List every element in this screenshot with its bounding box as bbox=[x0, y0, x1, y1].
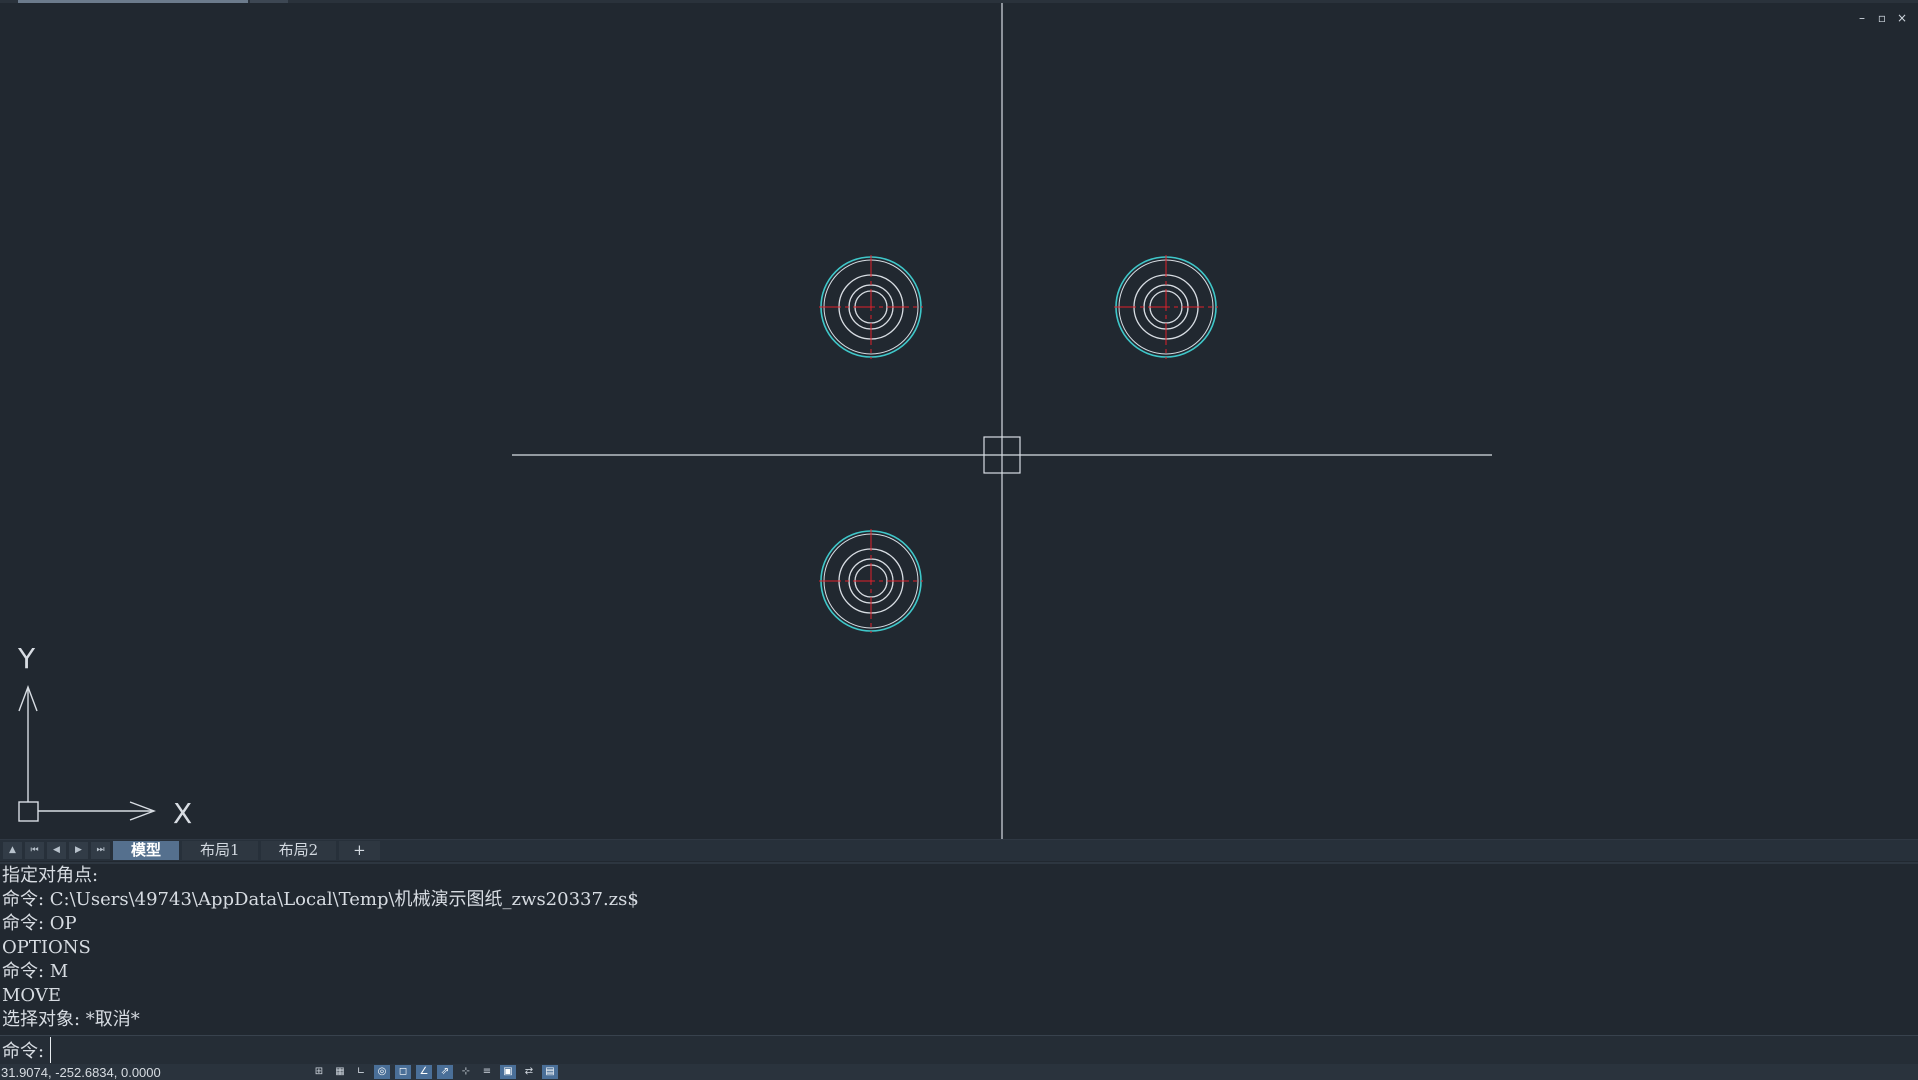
annotation-scale-icon[interactable]: ▤ bbox=[542, 1065, 558, 1079]
hole-symbol[interactable] bbox=[1114, 255, 1218, 359]
polar-tracking-icon[interactable]: ◎ bbox=[374, 1065, 390, 1079]
transparency-icon[interactable]: ▣ bbox=[500, 1065, 516, 1079]
drawing-svg[interactable]: Y X bbox=[0, 3, 1918, 839]
window-controls: – ▫ × bbox=[1854, 10, 1910, 26]
ortho-icon[interactable]: ∟ bbox=[353, 1065, 369, 1079]
layout-tab-bar: ▲ ⏮ ◀ ▶ ⏭ 模型 布局1 布局2 + bbox=[0, 839, 1918, 861]
command-history-line: 命令: C:\Users\49743\AppData\Local\Temp\机械… bbox=[2, 889, 639, 910]
command-history-line: 选择对象: *取消* bbox=[2, 1009, 140, 1030]
dynamic-input-icon[interactable]: ⊹ bbox=[458, 1065, 474, 1079]
command-input[interactable] bbox=[50, 1037, 1858, 1063]
next-icon[interactable]: ▶ bbox=[69, 842, 88, 859]
osnap-tracking-icon[interactable]: ∠ bbox=[416, 1065, 432, 1079]
tab-model[interactable]: 模型 bbox=[113, 841, 180, 860]
restore-icon[interactable]: ▫ bbox=[1874, 10, 1890, 26]
coordinate-readout[interactable]: 31.9074, -252.6834, 0.0000 bbox=[0, 1065, 311, 1080]
tab-layout2[interactable]: 布局2 bbox=[260, 841, 337, 860]
first-icon[interactable]: ⏮ bbox=[25, 842, 44, 859]
snap-mode-icon[interactable]: ▦ bbox=[332, 1065, 348, 1079]
command-history[interactable]: 指定对角点: 命令: C:\Users\49743\AppData\Local\… bbox=[0, 862, 1918, 1034]
triangle-up-icon[interactable]: ▲ bbox=[3, 842, 22, 859]
command-history-line: 指定对角点: bbox=[2, 865, 99, 886]
command-history-line: 命令: OP bbox=[2, 913, 77, 934]
ucs-origin-square bbox=[18, 801, 39, 822]
prev-icon[interactable]: ◀ bbox=[47, 842, 66, 859]
ucs-icon: Y X bbox=[17, 642, 192, 830]
grid-display-icon[interactable]: ⊞ bbox=[311, 1065, 327, 1079]
status-bar: 31.9074, -252.6834, 0.0000 ⊞ ▦ ∟ ◎ ◻ ∠ ⇗… bbox=[0, 1064, 1918, 1080]
lineweight-icon[interactable]: ≡ bbox=[479, 1065, 495, 1079]
object-snap-icon[interactable]: ◻ bbox=[395, 1065, 411, 1079]
dynamic-ucs-icon[interactable]: ⇗ bbox=[437, 1065, 453, 1079]
close-icon[interactable]: × bbox=[1894, 10, 1910, 26]
selection-cycling-icon[interactable]: ⇄ bbox=[521, 1065, 537, 1079]
hole-symbol[interactable] bbox=[819, 255, 923, 359]
last-icon[interactable]: ⏭ bbox=[91, 842, 110, 859]
hole-symbol[interactable] bbox=[819, 529, 923, 633]
tab-layout1[interactable]: 布局1 bbox=[182, 841, 258, 860]
cad-application: Y X – ▫ × ▲ ⏮ ◀ ▶ ⏭ 模型 布局1 布局2 + 指定对角点: … bbox=[0, 0, 1918, 1080]
crosshair-cursor bbox=[512, 3, 1492, 839]
command-line: 命令: bbox=[0, 1035, 1918, 1064]
command-history-line: 命令: M bbox=[2, 961, 69, 982]
add-layout-button[interactable]: + bbox=[339, 841, 380, 860]
command-history-line: OPTIONS bbox=[2, 937, 91, 958]
minimize-icon[interactable]: – bbox=[1854, 10, 1870, 26]
command-prompt: 命令: bbox=[2, 1041, 45, 1062]
ucs-y-label: Y bbox=[17, 642, 36, 675]
drawing-canvas[interactable]: Y X bbox=[0, 3, 1918, 839]
ucs-x-label: X bbox=[173, 797, 192, 830]
command-history-line: MOVE bbox=[2, 985, 62, 1006]
